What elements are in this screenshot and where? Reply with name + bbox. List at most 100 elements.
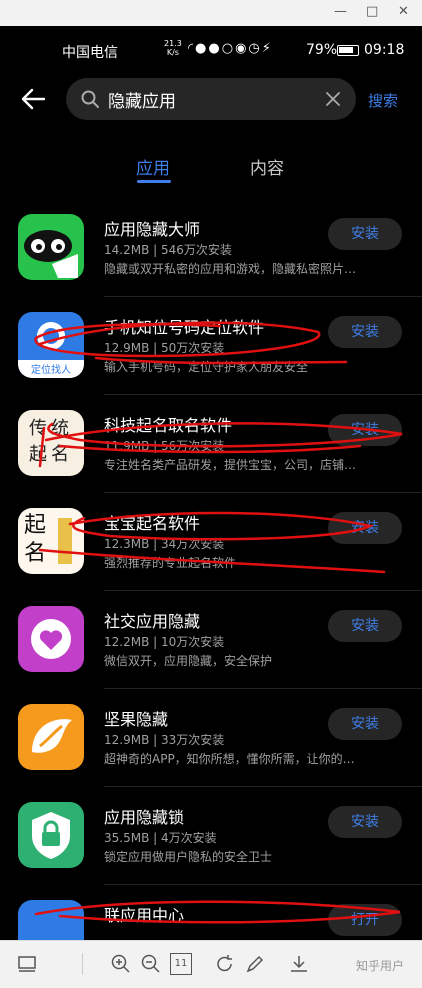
ninja-face-icon	[24, 230, 78, 278]
phone-screen: 中国电信 21.3 K/s ◜●●○◉◷⚡ 79% 09:18 搜索 应用 内容	[0, 26, 422, 940]
install-button[interactable]: 安装	[328, 610, 402, 642]
divider	[104, 884, 422, 885]
battery-icon	[337, 45, 359, 56]
search-box[interactable]	[66, 78, 356, 120]
toolbar-separator	[82, 953, 83, 975]
viewer-toolbar: 11 知乎用户	[0, 940, 422, 988]
status-icons: ◜●●○◉◷⚡	[188, 41, 273, 56]
tab-apps[interactable]: 应用	[136, 154, 170, 179]
app-size: 12.3MB	[104, 537, 150, 551]
maximize-button[interactable]: □	[366, 4, 378, 19]
scroll-ornament	[58, 518, 72, 564]
app-meta: 12.3MB | 34万次安装	[104, 537, 225, 551]
install-button[interactable]: 安装	[328, 512, 402, 544]
app-installs: 50万次安装	[160, 341, 225, 355]
app-description: 专注姓名类产品研发，提供宝宝，公司，店铺…	[104, 458, 357, 472]
app-installs: 10万次安装	[160, 635, 225, 649]
window-controls: — □ ✕	[0, 0, 422, 26]
network-speed-value: 21.3	[164, 39, 182, 48]
search-button[interactable]: 搜索	[368, 90, 398, 111]
wechat-icon: ●	[195, 41, 209, 56]
zoom-out-icon[interactable]	[140, 953, 162, 975]
app-meta: 12.9MB | 33万次安装	[104, 733, 225, 747]
app-name: 宝宝起名软件	[104, 514, 201, 533]
zoom-in-icon[interactable]	[110, 953, 132, 975]
app-icon	[18, 214, 84, 280]
app-description: 输入手机号码，定位守护家人朋友安全	[104, 360, 309, 374]
battery-percent: 79%	[306, 42, 338, 58]
thumbnail-icon[interactable]	[16, 953, 38, 975]
app-icon-label: 起名	[24, 513, 47, 566]
close-button[interactable]: ✕	[398, 4, 409, 19]
nut-icon	[32, 719, 72, 753]
install-button[interactable]: 安装	[328, 218, 402, 250]
network-speed-unit: K/s	[166, 48, 179, 57]
app-meta: 11.9MB | 56万次安装	[104, 439, 225, 453]
app-size: 35.5MB	[104, 831, 150, 845]
app-installs: 34万次安装	[160, 537, 225, 551]
carrier-label: 中国电信	[62, 45, 118, 61]
app-icon-label: 定位找人	[31, 365, 71, 376]
alarm-icon: ◷	[248, 41, 262, 56]
download-icon[interactable]	[288, 953, 310, 975]
app-description: 锁定应用做用户隐私的安全卫士	[104, 850, 273, 864]
list-item[interactable]: 联应用中心 打开	[0, 900, 422, 940]
app-icon	[18, 802, 84, 868]
install-button[interactable]: 安装	[328, 414, 402, 446]
app-meta: 35.5MB | 4万次安装	[104, 831, 217, 845]
divider	[104, 786, 422, 787]
app-name: 科技起名取名软件	[104, 416, 233, 435]
shield-lock-icon	[32, 812, 70, 859]
app-icon: 起名	[18, 508, 84, 574]
search-icon	[81, 90, 99, 108]
install-button[interactable]: 安装	[328, 316, 402, 348]
app-name: 手机知位号码定位软件	[104, 318, 265, 337]
app-icon: 定位找人	[18, 312, 84, 378]
chat-icon: ○	[221, 41, 236, 56]
app-description: 强烈推荐的专业起名软件	[104, 556, 237, 570]
install-button[interactable]: 安装	[328, 806, 402, 838]
status-bar: 中国电信 21.3 K/s ◜●●○◉◷⚡ 79% 09:18	[0, 26, 422, 74]
search-input[interactable]	[108, 84, 318, 114]
app-size: 12.9MB	[104, 341, 150, 355]
clock: 09:18	[364, 42, 405, 58]
app-icon	[18, 704, 84, 770]
app-icon	[18, 606, 84, 672]
app-size: 11.9MB	[104, 439, 150, 453]
app-meta: 12.9MB | 50万次安装	[104, 341, 225, 355]
wifi-icon: ◜	[188, 41, 196, 56]
tab-content[interactable]: 内容	[250, 154, 284, 179]
back-arrow-icon[interactable]	[18, 84, 48, 114]
eye-icon: ◉	[235, 41, 249, 56]
divider	[104, 492, 422, 493]
edit-pen-icon[interactable]	[244, 953, 266, 975]
signal-icon: ⚡	[261, 41, 273, 56]
app-size: 12.2MB	[104, 635, 150, 649]
network-speed: 21.3 K/s	[164, 39, 182, 57]
app-name: 社交应用隐藏	[104, 612, 201, 631]
install-button[interactable]: 安装	[328, 708, 402, 740]
app-installs: 33万次安装	[160, 733, 225, 747]
message-icon: ●	[208, 41, 222, 56]
app-installs: 546万次安装	[160, 243, 232, 257]
app-icon: 传统起名	[18, 410, 84, 476]
app-name: 坚果隐藏	[104, 710, 169, 729]
divider	[104, 296, 422, 297]
app-icon-label: 传统起名	[29, 418, 73, 465]
rotate-icon[interactable]	[214, 953, 236, 975]
app-meta: 14.2MB | 546万次安装	[104, 243, 232, 257]
app-description: 超神奇的APP，知你所想，懂你所需，让你的…	[104, 752, 355, 766]
actual-size-button[interactable]: 11	[170, 953, 192, 975]
open-button[interactable]: 打开	[328, 904, 402, 936]
app-meta: 12.2MB | 10万次安装	[104, 635, 225, 649]
app-size: 12.9MB	[104, 733, 150, 747]
clear-icon[interactable]	[324, 90, 342, 108]
heart-icon	[31, 619, 71, 659]
app-description: 隐藏或双开私密的应用和游戏，隐藏私密照片…	[104, 262, 357, 276]
minimize-button[interactable]: —	[334, 4, 347, 19]
app-icon	[18, 900, 84, 940]
app-size: 14.2MB	[104, 243, 150, 257]
divider	[104, 394, 422, 395]
app-description: 微信双开，应用隐藏，安全保护	[104, 654, 273, 668]
app-installs: 56万次安装	[160, 439, 225, 453]
